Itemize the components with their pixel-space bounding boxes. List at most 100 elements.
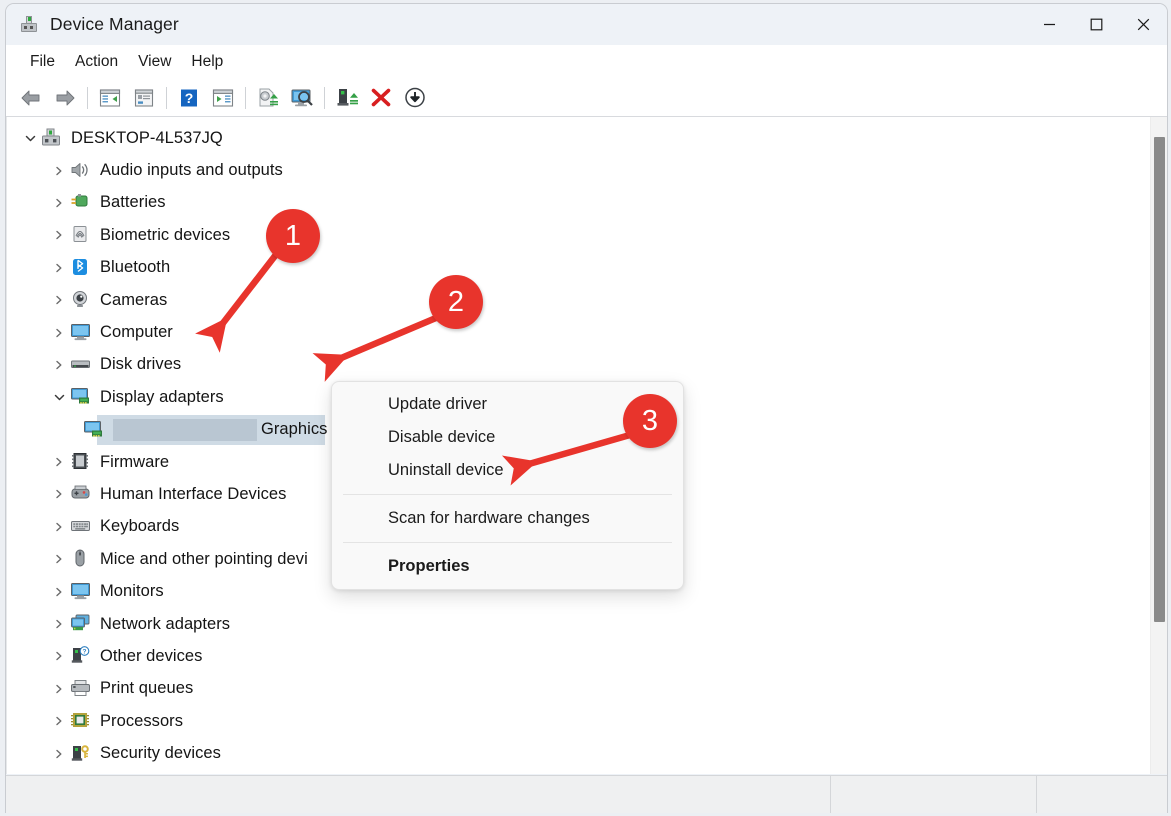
vertical-scrollbar[interactable]: [1150, 117, 1167, 774]
selected-device-label: Graphics: [261, 420, 327, 439]
tree-item-label: Other devices: [100, 647, 202, 666]
unknown-device-icon: ?: [70, 646, 92, 666]
tree-item-label: Network adapters: [100, 615, 230, 634]
uninstall-device-icon[interactable]: [364, 83, 398, 113]
maximize-button[interactable]: [1073, 4, 1120, 45]
network-adapter-icon: [70, 614, 92, 634]
status-bar-message: [6, 776, 830, 813]
computer-root-icon: [41, 128, 63, 148]
update-driver-icon[interactable]: [251, 83, 285, 113]
tree-item-network-adapters[interactable]: Network adapters: [7, 608, 1150, 640]
chevron-right-icon[interactable]: [48, 554, 70, 564]
svg-text:?: ?: [185, 90, 194, 106]
show-hide-console-tree-icon[interactable]: [93, 83, 127, 113]
status-bar-segment-2: [1036, 776, 1167, 813]
menu-bar: File Action View Help: [6, 45, 1167, 79]
chevron-right-icon[interactable]: [48, 749, 70, 759]
chevron-right-icon[interactable]: [48, 166, 70, 176]
chevron-right-icon[interactable]: [48, 522, 70, 532]
menu-view[interactable]: View: [128, 50, 181, 74]
context-menu-item-update-driver[interactable]: Update driver: [332, 388, 683, 421]
context-menu-item-properties[interactable]: Properties: [332, 550, 683, 583]
properties-icon[interactable]: [127, 83, 161, 113]
tree-item-other-devices[interactable]: ? Other devices: [7, 640, 1150, 672]
chevron-right-icon[interactable]: [48, 360, 70, 370]
keyboard-icon: [70, 517, 92, 537]
chevron-right-icon[interactable]: [48, 295, 70, 305]
tree-item-label: Audio inputs and outputs: [100, 161, 283, 180]
tree-item-label: Biometric devices: [100, 226, 230, 245]
disable-device-icon[interactable]: [398, 83, 432, 113]
show-hide-action-pane-icon[interactable]: [206, 83, 240, 113]
tree-item-disk-drives[interactable]: Disk drives: [7, 349, 1150, 381]
tree-item-computer[interactable]: Computer: [7, 316, 1150, 348]
chevron-right-icon[interactable]: [48, 489, 70, 499]
help-icon[interactable]: ?: [172, 83, 206, 113]
tree-item-label: Disk drives: [100, 355, 181, 374]
menu-action[interactable]: Action: [65, 50, 128, 74]
chevron-right-icon[interactable]: [48, 198, 70, 208]
context-menu-item-uninstall-device[interactable]: Uninstall device: [332, 454, 683, 487]
tree-item-bluetooth[interactable]: Bluetooth: [7, 252, 1150, 284]
chevron-right-icon[interactable]: [48, 651, 70, 661]
context-menu-item-disable-device[interactable]: Disable device: [332, 421, 683, 454]
toolbar: ?: [6, 79, 1167, 117]
tree-item-label: Monitors: [100, 582, 164, 601]
chevron-right-icon[interactable]: [48, 263, 70, 273]
minimize-button[interactable]: [1026, 4, 1073, 45]
tree-item-print-queues[interactable]: Print queues: [7, 673, 1150, 705]
firmware-chip-icon: [70, 452, 92, 472]
close-button[interactable]: [1120, 4, 1167, 45]
status-bar: [6, 775, 1167, 813]
scan-for-hardware-changes-icon[interactable]: [285, 83, 319, 113]
tree-item-label: Security devices: [100, 744, 221, 763]
context-menu-separator: [343, 542, 672, 543]
chevron-right-icon[interactable]: [48, 328, 70, 338]
tree-item-cameras[interactable]: Cameras: [7, 284, 1150, 316]
menu-file[interactable]: File: [20, 50, 65, 74]
tree-item-sensors[interactable]: Sensors: [7, 770, 1150, 774]
tree-item-label: Display adapters: [100, 388, 224, 407]
tree-root-node[interactable]: DESKTOP-4L537JQ: [7, 122, 1150, 154]
tree-item-batteries[interactable]: Batteries: [7, 187, 1150, 219]
add-legacy-hardware-icon[interactable]: [330, 83, 364, 113]
tree-item-label: Cameras: [100, 291, 167, 310]
chevron-down-icon[interactable]: [48, 392, 70, 403]
chevron-right-icon[interactable]: [48, 684, 70, 694]
tree-item-label: Processors: [100, 712, 183, 731]
chevron-right-icon[interactable]: [48, 716, 70, 726]
monitor-icon: [70, 323, 92, 343]
chevron-right-icon[interactable]: [48, 230, 70, 240]
tree-item-label: Bluetooth: [100, 258, 170, 277]
mouse-icon: [70, 549, 92, 569]
bluetooth-icon: [70, 258, 92, 278]
context-menu-item-scan-for-hardware-changes[interactable]: Scan for hardware changes: [332, 502, 683, 535]
chevron-right-icon[interactable]: [48, 587, 70, 597]
security-key-icon: [70, 744, 92, 764]
status-bar-segment-1: [830, 776, 1036, 813]
tree-item-label: Keyboards: [100, 517, 179, 536]
display-adapter-icon: [70, 387, 92, 407]
window-controls: [1026, 4, 1167, 45]
menu-help[interactable]: Help: [181, 50, 233, 74]
device-manager-screenshot: Device Manager File Action View Help: [0, 0, 1171, 816]
scrollbar-thumb[interactable]: [1154, 137, 1165, 622]
tree-item-processors[interactable]: Processors: [7, 705, 1150, 737]
chevron-right-icon[interactable]: [48, 619, 70, 629]
forward-icon[interactable]: [48, 83, 82, 113]
tree-item-label: Mice and other pointing devi: [100, 550, 308, 569]
title-bar: Device Manager: [6, 4, 1167, 45]
back-icon[interactable]: [14, 83, 48, 113]
redacted-device-name: [113, 419, 257, 441]
device-context-menu: Update driver Disable device Uninstall d…: [331, 381, 684, 590]
tree-item-biometric-devices[interactable]: Biometric devices: [7, 219, 1150, 251]
tree-item-label: Print queues: [100, 679, 193, 698]
chevron-right-icon[interactable]: [48, 457, 70, 467]
toolbar-separator: [166, 87, 167, 109]
tree-item-audio-inputs-and-outputs[interactable]: Audio inputs and outputs: [7, 154, 1150, 186]
tree-item-security-devices[interactable]: Security devices: [7, 737, 1150, 769]
chevron-down-icon[interactable]: [19, 133, 41, 144]
gamepad-icon: [70, 484, 92, 504]
window-title: Device Manager: [50, 14, 179, 35]
printer-icon: [70, 679, 92, 699]
